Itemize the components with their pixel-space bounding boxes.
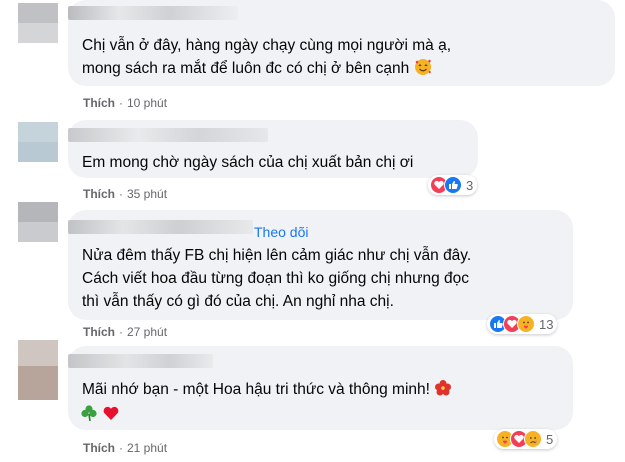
- comment-time[interactable]: 35 phút: [127, 187, 167, 201]
- author-name-blurred[interactable]: [68, 354, 213, 368]
- comment-text-line: Cách viết hoa đầu từng đoạn thì ko giống…: [82, 270, 469, 287]
- comment-bubble: Mãi nhớ bạn - một Hoa hậu tri thức và th…: [68, 346, 573, 430]
- comment-time[interactable]: 10 phút: [127, 96, 167, 110]
- comment-actions: Thích · 27 phút: [83, 325, 168, 339]
- like-link[interactable]: Thích: [83, 325, 115, 339]
- comment-bubble: Theo dõi Nửa đêm thấy FB chị hiện lên cả…: [68, 210, 573, 320]
- sad-icon: [524, 430, 542, 448]
- shamrock-icon: [80, 404, 98, 429]
- comment-time[interactable]: 27 phút: [127, 325, 167, 339]
- reaction-count: 3: [466, 177, 474, 193]
- avatar[interactable]: [18, 202, 58, 242]
- comment-text-line: Nửa đêm thấy FB chị hiện lên cảm giác nh…: [82, 247, 472, 264]
- comment-actions: Thích · 35 phút: [83, 187, 168, 201]
- reaction-count: 13: [539, 316, 554, 332]
- care-icon: [517, 315, 535, 333]
- comment-text-line-with-emoji: mong sách ra mắt để luôn đc có chị ở bên…: [82, 57, 432, 83]
- red-heart-icon: [102, 404, 120, 429]
- avatar[interactable]: [18, 340, 58, 400]
- comment-text-line: Chị vẫn ở đây, hàng ngày chạy cùng mọi n…: [82, 37, 452, 54]
- emoji-line: [80, 403, 120, 429]
- author-name-blurred[interactable]: [68, 128, 268, 142]
- comment-text-line: Em mong chờ ngày sách của chị xuất bản c…: [82, 154, 414, 171]
- comment-actions: Thích · 21 phút: [83, 441, 168, 455]
- hibiscus-icon: [434, 379, 452, 404]
- reaction-summary[interactable]: 5: [494, 429, 558, 449]
- like-link[interactable]: Thích: [83, 187, 115, 201]
- comment-time[interactable]: 21 phút: [127, 441, 167, 455]
- comment-bubble: Em mong chờ ngày sách của chị xuất bản c…: [68, 120, 478, 178]
- comment-text-line: thì vẫn thấy có gì đó của chị. An nghỉ n…: [82, 293, 394, 310]
- smiling-face-with-hearts-icon: [414, 58, 432, 83]
- avatar[interactable]: [18, 122, 58, 162]
- comment-text: Mãi nhớ bạn - một Hoa hậu tri thức và th…: [82, 381, 430, 398]
- comment-bubble: Chị vẫn ở đây, hàng ngày chạy cùng mọi n…: [68, 0, 615, 86]
- reaction-summary[interactable]: 13: [487, 314, 558, 334]
- comment-text-line-with-emoji: Mãi nhớ bạn - một Hoa hậu tri thức và th…: [82, 378, 452, 404]
- like-link[interactable]: Thích: [83, 96, 115, 110]
- like-icon: [444, 176, 462, 194]
- like-link[interactable]: Thích: [83, 441, 115, 455]
- comment-actions: Thích · 10 phút: [83, 96, 168, 110]
- reaction-count: 5: [546, 431, 554, 447]
- comment-text: mong sách ra mắt để luôn đc có chị ở bên…: [82, 60, 410, 77]
- reaction-summary[interactable]: 3: [428, 175, 478, 195]
- follow-link[interactable]: Theo dõi: [254, 224, 308, 240]
- author-name-blurred[interactable]: [68, 6, 238, 20]
- avatar[interactable]: [18, 3, 58, 43]
- author-name-blurred[interactable]: [68, 220, 253, 234]
